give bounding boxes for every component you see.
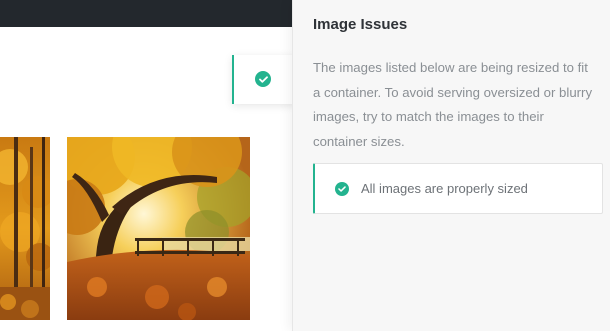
editor-top-bar <box>0 0 292 27</box>
checkmark-glyph <box>338 186 346 192</box>
autumn-forest-picture <box>0 137 50 320</box>
autumn-tree-image[interactable] <box>67 137 250 320</box>
panel-title: Image Issues <box>313 16 408 33</box>
panel-description: The images listed below are being resize… <box>313 60 593 149</box>
autumn-tree-picture <box>67 137 250 320</box>
check-circle-icon <box>255 71 271 87</box>
autumn-forest-image[interactable] <box>0 137 50 320</box>
check-circle-icon <box>335 182 349 196</box>
image-check-tab[interactable] <box>232 55 296 104</box>
image-issues-panel: Image Issues The images listed below are… <box>292 0 610 331</box>
checkmark-glyph <box>258 75 268 83</box>
notice-text: All images are properly sized <box>361 181 528 196</box>
success-notice: All images are properly sized <box>313 163 603 214</box>
